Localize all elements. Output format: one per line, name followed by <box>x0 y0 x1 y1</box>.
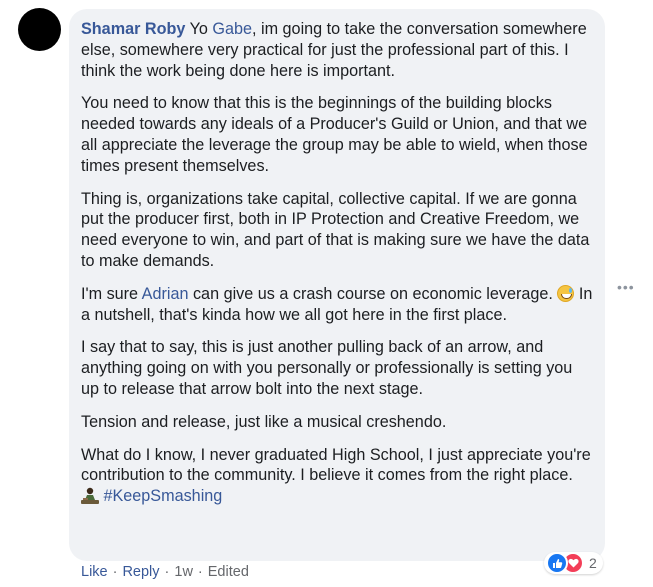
reaction-count: 2 <box>589 555 597 571</box>
mention-link[interactable]: Gabe <box>212 20 252 38</box>
like-button[interactable]: Like <box>81 564 108 580</box>
mention-link[interactable]: Adrian <box>142 285 189 303</box>
comment-text: can give us a crash course on economic l… <box>188 284 558 303</box>
comment-paragraph: You need to know that this is the beginn… <box>81 94 588 175</box>
grinning-sweat-emoji-icon <box>557 284 575 302</box>
like-reaction-icon <box>546 552 568 574</box>
comment-paragraph: I say that to say, this is just another … <box>81 338 573 398</box>
reactions-summary[interactable]: 2 <box>544 552 603 574</box>
person-emoji-icon <box>81 487 99 505</box>
comment-text: Yo <box>185 20 213 38</box>
hashtag-link[interactable]: #KeepSmashing <box>104 487 223 505</box>
separator: · <box>164 564 170 580</box>
more-options-icon[interactable]: ••• <box>617 280 635 294</box>
comment-thread: Shamar Roby Yo Gabe, im going to take th… <box>0 0 653 587</box>
reply-button[interactable]: Reply <box>122 564 159 580</box>
timestamp[interactable]: 1w <box>174 564 193 580</box>
comment-paragraph: What do I know, I never graduated High S… <box>81 445 593 507</box>
author-name[interactable]: Shamar Roby <box>81 20 185 38</box>
comment-paragraph: Shamar Roby Yo Gabe, im going to take th… <box>81 19 593 81</box>
comment-bubble: Shamar Roby Yo Gabe, im going to take th… <box>69 9 605 561</box>
comment-paragraph: I'm sure Adrian can give us a crash cour… <box>81 284 593 326</box>
comment-actions: Like · Reply · 1w · Edited <box>81 563 249 581</box>
separator: · <box>112 564 118 580</box>
comment-text: I'm sure <box>81 284 142 303</box>
separator: · <box>197 564 203 580</box>
comment-paragraph: Thing is, organizations take capital, co… <box>81 189 590 270</box>
comment-paragraph: Tension and release, just like a musical… <box>81 412 447 431</box>
edited-label: Edited <box>207 564 249 580</box>
comment-text: What do I know, I never graduated High S… <box>81 445 591 485</box>
avatar[interactable] <box>18 8 61 51</box>
